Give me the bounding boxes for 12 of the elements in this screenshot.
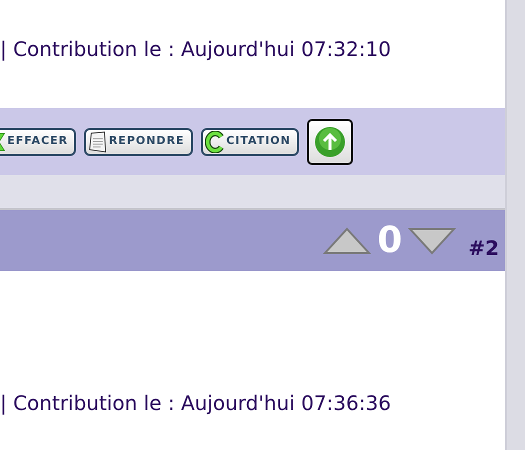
document-icon	[88, 130, 107, 152]
delete-button[interactable]: EFFACER	[0, 128, 76, 156]
letter-c-icon	[204, 130, 224, 152]
post-date-text: | Contribution le : Aujourd'hui 07:32:10	[0, 36, 391, 63]
post-date-text: | Contribution le : Aujourd'hui 07:36:36	[0, 390, 391, 417]
vote-score: 0	[377, 222, 402, 258]
back-to-top-button[interactable]	[306, 118, 353, 164]
quote-button[interactable]: CITATION	[200, 128, 299, 156]
post-number: #2	[468, 234, 499, 262]
vote-up-icon[interactable]	[323, 226, 372, 254]
vote-down-icon[interactable]	[408, 226, 456, 254]
reply-button[interactable]: REPONDRE	[84, 128, 193, 156]
